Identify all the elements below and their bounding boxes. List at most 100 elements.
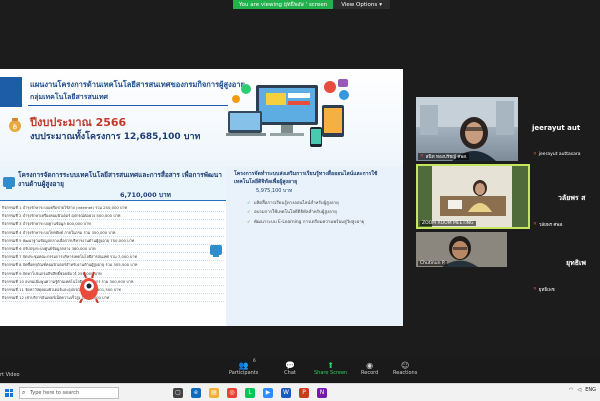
participant-video (416, 97, 518, 161)
onenote-icon[interactable]: N (317, 387, 327, 398)
it-system-project-budget: 6,710,000 บาท (120, 191, 171, 199)
it-system-project-title: โครงการจัดการระบบเทคโนโลยีสารสนเทศและการ… (18, 171, 222, 188)
participant-side-name: ยุทธิเพ (566, 259, 586, 267)
windows-taskbar: Type here to search ▢ e ▤ ◎ L ▶ W P N ◠ … (0, 383, 600, 401)
volume-icon[interactable]: ◁ (577, 387, 581, 393)
wifi-icon[interactable]: ◠ (569, 387, 573, 393)
participant-side-name: วลัยพร ส (558, 194, 586, 202)
elearning-project-panel: โครงการจัดทำระบบส่งเสริมการเรียนรู้ทางสื… (226, 167, 403, 326)
edge-icon[interactable]: e (191, 387, 201, 398)
participant-name: ✕ ยุทธิเพช (533, 286, 555, 293)
it-system-project-panel: โครงการจัดการระบบเทคโนโลยีสารสนเทศและการ… (0, 167, 226, 326)
participant-tile-label: ZOOM ROOM MEETING (420, 221, 476, 226)
activity-list: กิจกรรมที่ 1 บำรุงรักษาระบบเครือข่ายไร้ส… (2, 204, 224, 303)
it-system-project-header: โครงการจัดการระบบเทคโนโลยีสารสนเทศและการ… (0, 167, 226, 201)
task-view-icon[interactable]: ▢ (173, 387, 183, 398)
record-icon: ◉ (366, 360, 374, 370)
participant-name: ✕ jeerayut auttasara (533, 152, 581, 157)
list-item: กิจกรรมที่ 4 บำรุงรักษาระบบโทรศัพท์ ภายใ… (2, 229, 224, 237)
reactions-icon: ☺ (400, 360, 410, 370)
start-video-label: rt Video (0, 372, 20, 378)
share-screen-label: Share Screen (314, 370, 348, 376)
participant-tile-name: ZOOM ROOM MEETING (422, 221, 474, 226)
list-item: กิจกรรมที่ 7 จัดประชุมคณะกรรมการบริหารเท… (2, 253, 224, 262)
mic-muted-icon: ✕ (533, 152, 537, 157)
taskbar-apps: ▢ e ▤ ◎ L ▶ W P N (173, 387, 327, 398)
viewing-status: You are viewing ยุทธิพงษ ' screen (233, 0, 334, 9)
share-screen-button[interactable]: ⬆ Share Screen (314, 360, 348, 377)
zoom-icon[interactable]: ▶ (263, 387, 273, 398)
screen-share-banner: You are viewing ยุทธิพงษ ' screen View O… (233, 0, 391, 9)
list-item: กิจกรรมที่ 5 พัฒนาฐานข้อมูลกลางเพื่อการบ… (2, 237, 224, 245)
meeting-toolbar: rt Video 👥 6 Participants 💬 Chat ⬆ Share … (0, 358, 600, 383)
record-label: Record (361, 370, 379, 376)
laptop-icon (210, 245, 222, 257)
shared-slide: แผนงานโครงการด้านเทคโนโลยีสารสนเทศของกรม… (0, 69, 403, 326)
participant-name: ✕ วลัยพร ศพส. (533, 221, 564, 228)
system-tray: ◠ ◁ ENG (569, 387, 596, 393)
list-item: กิจกรรมที่ 11 จัดหาวัสดุคอมพิวเตอร์และอุ… (2, 286, 224, 295)
money-bag-icon: ฿ (9, 118, 21, 132)
elearning-project-title: โครงการจัดทำระบบส่งเสริมการเรียนรู้ทางสื… (234, 171, 378, 185)
view-options-button[interactable]: View Options ▾ (333, 0, 391, 9)
reactions-button[interactable]: ☺ Reactions (393, 360, 418, 377)
chat-icon: 💬 (285, 360, 295, 370)
active-speaker-video-tile[interactable]: ZOOM ROOM MEETING (416, 164, 530, 229)
taskbar-search-input[interactable]: Type here to search (19, 386, 119, 399)
mic-muted-icon: ✕ (533, 222, 537, 227)
share-screen-icon: ⬆ (327, 360, 334, 370)
list-item: กิจกรรมที่ 10 อบรมเพิ่มพูนความรู้ด้านเทค… (2, 278, 224, 286)
record-button[interactable]: ◉ Record (361, 360, 379, 377)
list-item: กิจกรรมที่ 2 บำรุงรักษาเครื่องคอมพิวเตอร… (2, 212, 224, 221)
list-item: ผลิตสื่อการเรียนรู้ทางออนไลน์สำหรับผู้สู… (247, 201, 399, 208)
list-item: อบรมการใช้เทคโนโลยีดิจิทัลสำหรับผู้สูงอา… (247, 210, 399, 217)
monitor-icon (3, 177, 15, 189)
slide-title: แผนงานโครงการด้านเทคโนโลยีสารสนเทศของกรม… (30, 80, 245, 89)
chevron-down-icon: ▾ (379, 1, 383, 8)
file-explorer-icon[interactable]: ▤ (209, 387, 219, 398)
word-icon[interactable]: W (281, 387, 291, 398)
windows-start-icon[interactable] (5, 388, 13, 397)
language-indicator[interactable]: ENG (585, 387, 596, 393)
line-icon[interactable]: L (245, 387, 255, 398)
technology-devices-illustration (226, 79, 349, 147)
title-underline (28, 105, 228, 106)
participant-name-text: jeerayut auttasara (538, 152, 581, 157)
svg-text:฿: ฿ (13, 123, 17, 131)
participants-label: Participants (229, 370, 259, 376)
mascot-character-icon (79, 271, 99, 303)
slide-header: แผนงานโครงการด้านเทคโนโลยีสารสนเทศของกรม… (0, 69, 403, 169)
participant-tile-label: ✕ สนิท ทองปรัชญ์ ศพส. (418, 153, 470, 160)
elearning-bullet-list: ผลิตสื่อการเรียนรู้ทางออนไลน์สำหรับผู้สู… (247, 201, 399, 229)
mic-muted-icon: ✕ (420, 154, 424, 159)
participant-side-name: jeerayut aut (532, 124, 581, 132)
participant-tile-name: สนิท ทองปรัชญ์ ศพส. (425, 155, 468, 160)
participant-video (418, 166, 528, 227)
budget-total: งบประมาณทั้งโครงการ 12,685,100 บาท (30, 132, 201, 142)
participant-tile-name: Chutinun P. (420, 261, 446, 266)
participants-button[interactable]: 👥 6 Participants (229, 358, 259, 376)
participant-video-tile[interactable]: ✕ สนิท ทองปรัชญ์ ศพส. (416, 97, 518, 161)
list-item: กิจกรรมที่ 6 ปรับปรุงระบบศูนย์ข้อมูลกลาง… (2, 245, 224, 254)
list-item: กิจกรรมที่ 8 จัดซื้อครุภัณฑ์คอมพิวเตอร์ส… (2, 261, 224, 270)
participants-count: 6 (253, 358, 256, 363)
mic-muted-icon: ✕ (533, 287, 537, 292)
view-options-label: View Options (341, 1, 378, 8)
zoom-meeting-window: You are viewing ยุทธิพงษ ' screen View O… (0, 0, 600, 401)
slide-subtitle: กลุ่มเทคโนโลยีสารสนเทศ (30, 93, 108, 101)
powerpoint-icon[interactable]: P (299, 387, 309, 398)
list-item: กิจกรรมที่ 1 บำรุงรักษาระบบเครือข่ายไร้ส… (2, 204, 224, 213)
participant-tile-label: Chutinun P. (418, 261, 448, 266)
list-item: กิจกรรมที่ 9 จัดหาโปรแกรมลิขสิทธิ์ซอฟต์แ… (2, 270, 224, 278)
list-item: กิจกรรมที่ 12 เช่าบริการอินเทอร์เน็ตความ… (2, 294, 224, 303)
reactions-label: Reactions (393, 370, 418, 376)
chat-button[interactable]: 💬 Chat (284, 360, 296, 377)
chrome-icon[interactable]: ◎ (227, 387, 237, 398)
start-video-button[interactable]: rt Video (0, 372, 20, 378)
participant-name-text: ยุทธิเพช (538, 288, 555, 293)
chat-label: Chat (284, 370, 296, 376)
header-accent-bar (0, 77, 22, 107)
list-item: กิจกรรมที่ 3 บำรุงรักษาระบบฐานข้อมูล 800… (2, 220, 224, 229)
participant-video-tile[interactable]: Chutinun P. (416, 232, 507, 267)
participants-icon: 👥 6 (238, 358, 256, 370)
